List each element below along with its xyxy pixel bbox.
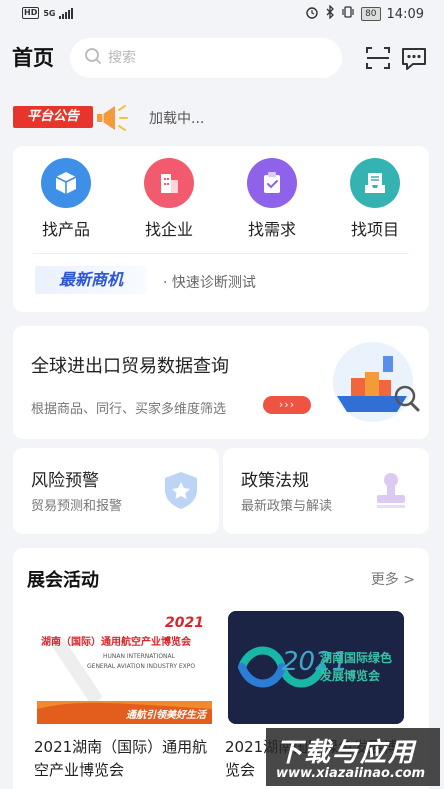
signal-icon bbox=[59, 7, 74, 19]
trade-title: 全球进出口贸易数据查询 bbox=[31, 356, 229, 377]
shield-star-icon bbox=[159, 468, 203, 512]
poster-title: 湖南（国际）通用航空产业博览会 bbox=[41, 637, 191, 648]
poster-year: 2021 bbox=[165, 615, 204, 631]
nav-label: 找产品 bbox=[41, 220, 90, 239]
expo-poster-aviation[interactable]: 2021 湖南（国际）通用航空产业博览会 HUNAN INTERNATIONAL… bbox=[37, 611, 212, 724]
risk-subtitle: 贸易预测和报警 bbox=[31, 499, 123, 514]
scan-icon[interactable] bbox=[364, 44, 392, 72]
trade-data-card[interactable]: 全球进出口贸易数据查询 根据商品、同行、买家多维度筛选 ››› bbox=[13, 326, 429, 439]
page-title: 首页 bbox=[12, 46, 54, 70]
business-text[interactable]: · 快速诊断测试 bbox=[163, 272, 256, 292]
nav-find-demand[interactable]: 找需求 bbox=[227, 158, 317, 240]
megaphone-icon bbox=[93, 102, 133, 134]
alarm-icon bbox=[305, 5, 319, 23]
risk-title: 风险预警 bbox=[31, 471, 99, 491]
message-icon[interactable] bbox=[400, 44, 428, 72]
nav-find-product[interactable]: 找产品 bbox=[21, 158, 111, 240]
inbox-tray-icon bbox=[350, 158, 400, 208]
nav-find-company[interactable]: 找企业 bbox=[124, 158, 214, 240]
watermark-title: 下载与应用 bbox=[276, 738, 417, 768]
stamp-icon bbox=[369, 468, 413, 512]
package-icon bbox=[41, 158, 91, 208]
expo-poster-green[interactable]: 2021 湖南国际绿色 发展博览会 bbox=[228, 611, 404, 724]
nav-label: 找企业 bbox=[144, 220, 193, 239]
poster-title-line1: 湖南国际绿色 bbox=[320, 651, 393, 665]
watermark: 下载与应用 www.xiazaiinao.com bbox=[266, 728, 440, 786]
announcement-text: 加载中... bbox=[149, 111, 205, 127]
search-icon bbox=[84, 47, 102, 69]
expo-title: 展会活动 bbox=[27, 570, 99, 591]
poster-en-line1: HUNAN INTERNATIONAL bbox=[103, 653, 175, 660]
divider bbox=[33, 253, 409, 254]
network-type: 5G bbox=[43, 8, 56, 18]
poster-slogan: 通航引领美好生活 bbox=[126, 710, 206, 721]
status-bar: HD 5G 80 14:09 bbox=[0, 0, 444, 28]
watermark-url: www.xiazaiinao.com bbox=[276, 766, 426, 781]
announcement-bar[interactable]: 平台公告 加载中... bbox=[13, 100, 433, 136]
poster-en-line2: GENERAL AVIATION INDUSTRY EXPO bbox=[87, 663, 196, 670]
business-badge[interactable]: 最新商机 bbox=[35, 266, 147, 294]
risk-warning-card[interactable]: 风险预警 贸易预测和报警 bbox=[13, 448, 219, 534]
announcement-badge: 平台公告 bbox=[13, 106, 93, 128]
expo-name[interactable]: 2021湖南（国际）通用航空产业博览会 bbox=[34, 736, 210, 782]
nav-find-project[interactable]: 找项目 bbox=[330, 158, 420, 240]
search-input[interactable] bbox=[108, 50, 308, 66]
battery-indicator: 80 bbox=[361, 7, 381, 21]
nav-label: 找需求 bbox=[247, 220, 296, 239]
poster-title-line2: 发展博览会 bbox=[320, 669, 381, 683]
clock: 14:09 bbox=[386, 6, 424, 22]
nav-label: 找项目 bbox=[350, 220, 399, 239]
top-header: 首页 bbox=[0, 36, 444, 80]
hd-indicator: HD bbox=[22, 7, 40, 19]
bluetooth-icon bbox=[325, 4, 335, 23]
quick-nav-card: 找产品 找企业 找需求 找项目 最新商机 · 快速诊断测试 bbox=[13, 146, 429, 312]
search-bar[interactable] bbox=[70, 38, 342, 78]
policy-subtitle: 最新政策与解读 bbox=[241, 499, 333, 514]
policy-card[interactable]: 政策法规 最新政策与解读 bbox=[223, 448, 429, 534]
expo-more-link[interactable]: 更多 > bbox=[371, 569, 415, 589]
trade-subtitle: 根据商品、同行、买家多维度筛选 bbox=[31, 402, 227, 417]
cargo-ship-icon bbox=[325, 334, 425, 430]
vibrate-icon bbox=[341, 5, 355, 23]
trade-arrow-button[interactable]: ››› bbox=[263, 396, 311, 414]
policy-title: 政策法规 bbox=[241, 471, 309, 491]
building-icon bbox=[144, 158, 194, 208]
clipboard-check-icon bbox=[247, 158, 297, 208]
